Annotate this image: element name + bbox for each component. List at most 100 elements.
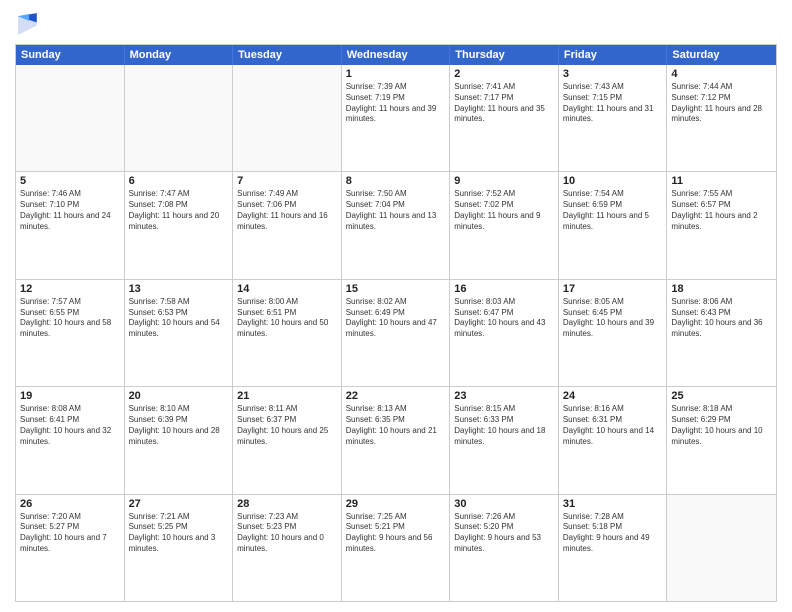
calendar-cell: 6Sunrise: 7:47 AMSunset: 7:08 PMDaylight… — [125, 172, 234, 278]
calendar-cell: 22Sunrise: 8:13 AMSunset: 6:35 PMDayligh… — [342, 387, 451, 493]
cal-header-day: Thursday — [450, 45, 559, 65]
sunset-text: Sunset: 7:02 PM — [454, 200, 554, 211]
sunrise-text: Sunrise: 7:55 AM — [671, 189, 772, 200]
day-number: 28 — [237, 498, 337, 510]
calendar-cell: 31Sunrise: 7:28 AMSunset: 5:18 PMDayligh… — [559, 495, 668, 601]
calendar-cell: 1Sunrise: 7:39 AMSunset: 7:19 PMDaylight… — [342, 65, 451, 171]
daylight-text: Daylight: 9 hours and 56 minutes. — [346, 533, 446, 555]
calendar-cell: 9Sunrise: 7:52 AMSunset: 7:02 PMDaylight… — [450, 172, 559, 278]
daylight-text: Daylight: 11 hours and 20 minutes. — [129, 211, 229, 233]
daylight-text: Daylight: 10 hours and 18 minutes. — [454, 426, 554, 448]
day-number: 19 — [20, 390, 120, 402]
calendar-cell: 26Sunrise: 7:20 AMSunset: 5:27 PMDayligh… — [16, 495, 125, 601]
daylight-text: Daylight: 11 hours and 24 minutes. — [20, 211, 120, 233]
calendar-cell: 29Sunrise: 7:25 AMSunset: 5:21 PMDayligh… — [342, 495, 451, 601]
daylight-text: Daylight: 10 hours and 10 minutes. — [671, 426, 772, 448]
calendar-cell: 11Sunrise: 7:55 AMSunset: 6:57 PMDayligh… — [667, 172, 776, 278]
sunset-text: Sunset: 6:37 PM — [237, 415, 337, 426]
calendar-row: 12Sunrise: 7:57 AMSunset: 6:55 PMDayligh… — [16, 280, 776, 387]
calendar-row: 26Sunrise: 7:20 AMSunset: 5:27 PMDayligh… — [16, 495, 776, 601]
sunrise-text: Sunrise: 7:44 AM — [671, 82, 772, 93]
calendar: SundayMondayTuesdayWednesdayThursdayFrid… — [15, 44, 777, 602]
daylight-text: Daylight: 11 hours and 39 minutes. — [346, 104, 446, 126]
day-number: 2 — [454, 68, 554, 80]
calendar-row: 19 Sunrise: 8:08 AMSunset: 6:41 PM Dayligh… — [16, 387, 776, 494]
sunset-text: Sunset: 6:53 PM — [129, 308, 229, 319]
sunset-text: Sunset: 5:27 PM — [20, 522, 120, 533]
header — [15, 10, 777, 38]
sunrise-text: Sunrise: 8:16 AM — [563, 404, 663, 415]
sunrise-text: Sunrise: 8:08 AM — [20, 404, 120, 415]
sunset-text: Sunset: 6:41 PM — [20, 415, 120, 426]
cal-header-day: Tuesday — [233, 45, 342, 65]
calendar-cell — [233, 65, 342, 171]
calendar-cell: 8Sunrise: 7:50 AMSunset: 7:04 PMDaylight… — [342, 172, 451, 278]
calendar-cell: 14Sunrise: 8:00 AMSunset: 6:51 PMDayligh… — [233, 280, 342, 386]
sunset-text: Sunset: 6:45 PM — [563, 308, 663, 319]
calendar-cell: 18Sunrise: 8:06 AMSunset: 6:43 PMDayligh… — [667, 280, 776, 386]
daylight-text: Daylight: 11 hours and 28 minutes. — [671, 104, 772, 126]
page: SundayMondayTuesdayWednesdayThursdayFrid… — [0, 0, 792, 612]
calendar-cell — [125, 65, 234, 171]
daylight-text: Daylight: 11 hours and 13 minutes. — [346, 211, 446, 233]
sunset-text: Sunset: 5:23 PM — [237, 522, 337, 533]
logo-icon — [15, 10, 43, 38]
day-number: 10 — [563, 175, 663, 187]
day-number: 1 — [346, 68, 446, 80]
calendar-cell: 12Sunrise: 7:57 AMSunset: 6:55 PMDayligh… — [16, 280, 125, 386]
cal-header-day: Saturday — [667, 45, 776, 65]
day-number: 7 — [237, 175, 337, 187]
sunset-text: Sunset: 6:57 PM — [671, 200, 772, 211]
calendar-cell: 25Sunrise: 8:18 AMSunset: 6:29 PMDayligh… — [667, 387, 776, 493]
day-number: 26 — [20, 498, 120, 510]
sunrise-text: Sunrise: 7:39 AM — [346, 82, 446, 93]
sunrise-text: Sunrise: 7:54 AM — [563, 189, 663, 200]
sunset-text: Sunset: 5:18 PM — [563, 522, 663, 533]
daylight-text: Daylight: 11 hours and 35 minutes. — [454, 104, 554, 126]
sunrise-text: Sunrise: 7:58 AM — [129, 297, 229, 308]
sunrise-text: Sunrise: 8:02 AM — [346, 297, 446, 308]
sunrise-text: Sunrise: 7:43 AM — [563, 82, 663, 93]
sunrise-text: Sunrise: 8:18 AM — [671, 404, 772, 415]
daylight-text: Daylight: 10 hours and 39 minutes. — [563, 318, 663, 340]
calendar-cell: 20Sunrise: 8:10 AMSunset: 6:39 PMDayligh… — [125, 387, 234, 493]
daylight-text: Daylight: 10 hours and 21 minutes. — [346, 426, 446, 448]
day-number: 8 — [346, 175, 446, 187]
sunset-text: Sunset: 5:25 PM — [129, 522, 229, 533]
sunrise-text: Sunrise: 7:21 AM — [129, 512, 229, 523]
daylight-text: Daylight: 10 hours and 50 minutes. — [237, 318, 337, 340]
daylight-text: Daylight: 10 hours and 25 minutes. — [237, 426, 337, 448]
sunset-text: Sunset: 7:17 PM — [454, 93, 554, 104]
daylight-text: Daylight: 10 hours and 54 minutes. — [129, 318, 229, 340]
sunrise-text: Sunrise: 7:23 AM — [237, 512, 337, 523]
calendar-cell: 15Sunrise: 8:02 AMSunset: 6:49 PMDayligh… — [342, 280, 451, 386]
calendar-header: SundayMondayTuesdayWednesdayThursdayFrid… — [16, 45, 776, 65]
day-number: 4 — [671, 68, 772, 80]
sunrise-text: Sunrise: 7:57 AM — [20, 297, 120, 308]
sunset-text: Sunset: 7:15 PM — [563, 93, 663, 104]
day-number: 27 — [129, 498, 229, 510]
sunset-text: Sunset: 5:21 PM — [346, 522, 446, 533]
daylight-text: Daylight: 10 hours and 14 minutes. — [563, 426, 663, 448]
sunset-text: Sunset: 6:55 PM — [20, 308, 120, 319]
day-number: 31 — [563, 498, 663, 510]
sunset-text: Sunset: 7:06 PM — [237, 200, 337, 211]
calendar-cell — [667, 495, 776, 601]
sunset-text: Sunset: 6:31 PM — [563, 415, 663, 426]
day-number: 29 — [346, 498, 446, 510]
day-number: 6 — [129, 175, 229, 187]
day-number: 17 — [563, 283, 663, 295]
day-number: 24 — [563, 390, 663, 402]
sunrise-text: Sunrise: 7:46 AM — [20, 189, 120, 200]
cal-header-day: Wednesday — [342, 45, 451, 65]
daylight-text: Daylight: 10 hours and 7 minutes. — [20, 533, 120, 555]
calendar-cell: 5Sunrise: 7:46 AMSunset: 7:10 PMDaylight… — [16, 172, 125, 278]
calendar-cell: 4Sunrise: 7:44 AMSunset: 7:12 PMDaylight… — [667, 65, 776, 171]
sunset-text: Sunset: 6:33 PM — [454, 415, 554, 426]
day-number: 11 — [671, 175, 772, 187]
day-number: 25 — [671, 390, 772, 402]
sunset-text: Sunset: 6:35 PM — [346, 415, 446, 426]
sunrise-text: Sunrise: 7:49 AM — [237, 189, 337, 200]
sunrise-text: Sunrise: 8:13 AM — [346, 404, 446, 415]
day-number: 9 — [454, 175, 554, 187]
